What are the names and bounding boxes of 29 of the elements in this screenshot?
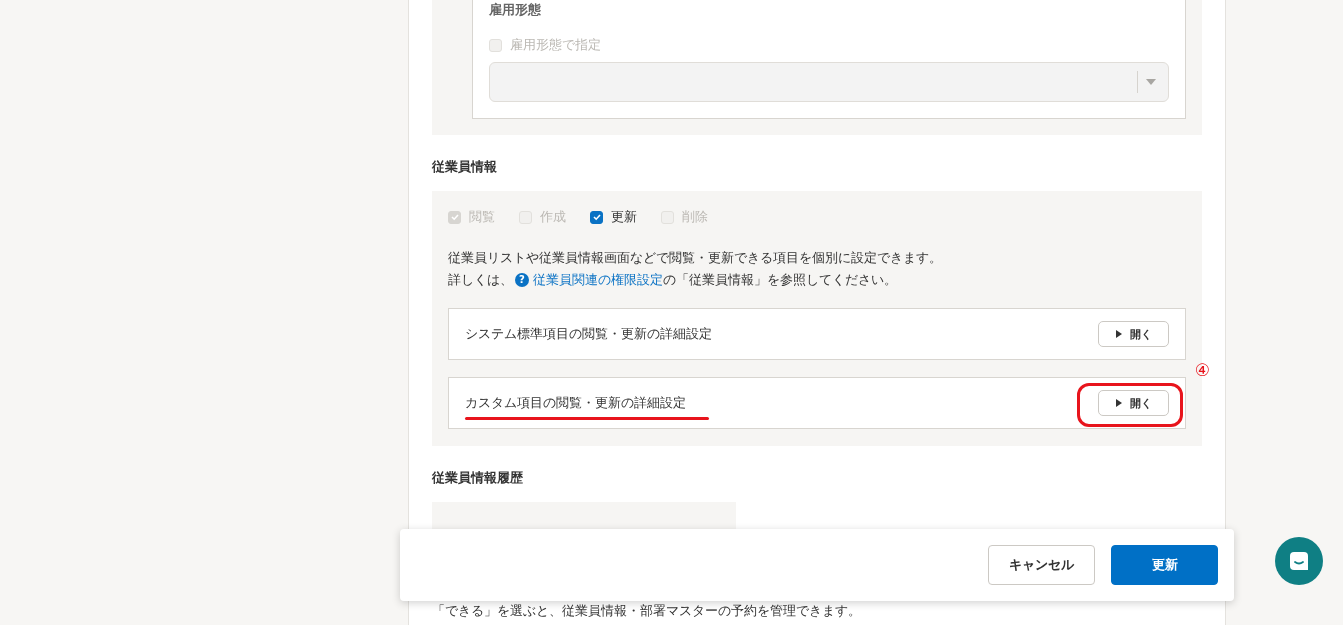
help-link[interactable]: 従業員関連の権限設定 (533, 269, 663, 291)
triangle-icon (1115, 399, 1122, 407)
caret-icon (1146, 79, 1156, 85)
checkbox-label: 削除 (682, 208, 708, 226)
triangle-icon (1115, 330, 1122, 338)
open-button[interactable]: 開く (1098, 321, 1169, 347)
section-heading: 従業員情報 (432, 158, 498, 176)
checkbox-label: 更新 (611, 208, 637, 226)
card-title: システム標準項目の閲覧・更新の詳細設定 (465, 325, 712, 343)
help-icon: ? (515, 273, 529, 287)
chat-button[interactable] (1275, 537, 1323, 585)
checkbox-label: 作成 (540, 208, 566, 226)
check-icon (591, 212, 602, 222)
section-heading: 雇用形態 (489, 1, 542, 19)
submit-button[interactable]: 更新 (1111, 545, 1218, 585)
checkbox[interactable] (590, 210, 603, 224)
checkbox-label: 閲覧 (469, 208, 495, 226)
card-title: カスタム項目の閲覧・更新の詳細設定 (465, 394, 686, 412)
chat-icon (1287, 549, 1311, 573)
open-button[interactable]: 開く (1098, 390, 1169, 416)
section-heading: 従業員情報履歴 (432, 469, 524, 487)
annotation-number: ④ (1194, 360, 1210, 380)
description-text: 従業員リストや従業員情報画面などで閲覧・更新できる項目を個別に設定できます。 (448, 249, 943, 267)
checkbox-label: 雇用形態で指定 (510, 36, 601, 54)
help-text: 詳しくは、 (448, 271, 513, 289)
note-text: 「できる」を選ぶと、従業員情報・部署マスターの予約を管理できます。 (432, 602, 862, 620)
cancel-button[interactable]: キャンセル (988, 545, 1095, 585)
check-icon (449, 212, 460, 222)
help-text: の「従業員情報」を参照してください。 (663, 271, 897, 289)
